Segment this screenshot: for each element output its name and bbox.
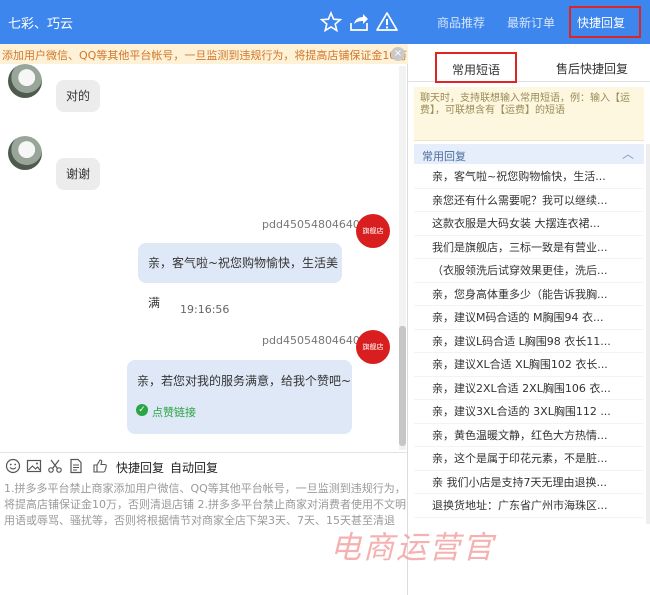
shop-avatar[interactable]: 旗舰店 bbox=[356, 330, 390, 364]
quick-reply-item[interactable]: 亲 我们小店是支持7天无理由退换... bbox=[414, 471, 644, 494]
quick-reply-item[interactable]: 我们是旗舰店，三标一致是有营业... bbox=[414, 236, 644, 259]
customer-message: 对的 bbox=[56, 80, 101, 112]
violation-notice-bar: 添加用户微信、QQ等其他平台帐号，一旦监测到违规行为，将提高店铺保证金10万， … bbox=[0, 44, 408, 64]
share-icon[interactable] bbox=[348, 11, 370, 33]
scissors-icon[interactable] bbox=[47, 458, 63, 474]
tab-product-recommend[interactable]: 商品推荐 bbox=[437, 14, 485, 31]
quick-reply-item[interactable]: 亲，客气啦~祝您购物愉快，生活... bbox=[414, 165, 644, 189]
watermark: 电商运营官 bbox=[330, 530, 495, 566]
quick-reply-item[interactable]: 亲，建议XL合适 XL胸围102 衣长... bbox=[414, 353, 644, 377]
star-icon[interactable] bbox=[320, 11, 342, 33]
quick-reply-item[interactable]: （衣服领洗后试穿效果更佳，洗后... bbox=[414, 259, 644, 283]
image-icon[interactable] bbox=[26, 458, 42, 474]
sender-name: pdd45054804640 bbox=[262, 334, 360, 347]
group-header[interactable]: 常用回复 ︿ bbox=[414, 144, 644, 164]
quick-reply-item[interactable]: 这款衣服是大码女装 大摆连衣裙... bbox=[414, 212, 644, 236]
side-panel: 商品推荐 最新订单 快捷回复 常用短语 售后快捷回复 聊天时，支持联想输入常用短… bbox=[408, 0, 650, 595]
input-toolbar: 快捷回复 自动回复 bbox=[0, 452, 408, 478]
quick-reply-item[interactable]: 亲，建议L码合适 L胸围98 衣长11... bbox=[414, 330, 644, 353]
chat-panel: 七彩、巧云 添加用户微信、QQ等其他平台帐号，一旦监测到违规行为，将提高店铺保证… bbox=[0, 0, 408, 595]
close-icon[interactable]: × bbox=[391, 47, 405, 61]
quick-reply-item[interactable]: 亲，黄色温暖文静，红色大方热情... bbox=[414, 424, 644, 447]
shop-message-text: 亲，若您对我的服务满意，给我个赞吧~ bbox=[137, 374, 352, 388]
quick-reply-item[interactable]: 亲，这个是属于印花元素，不是脏... bbox=[414, 447, 644, 471]
side-panel-tabs: 商品推荐 最新订单 快捷回复 bbox=[408, 0, 650, 44]
quick-reply-item[interactable]: 亲您还有什么需要呢？我可以继续... bbox=[414, 189, 644, 212]
customer-message: 谢谢 bbox=[56, 158, 101, 190]
subtab-common-phrases-box[interactable]: 常用短语 bbox=[435, 52, 517, 83]
quick-reply-item[interactable]: 亲，您身高体重多少（能告诉我胸... bbox=[414, 283, 644, 306]
subtab-common-phrases[interactable]: 常用短语 bbox=[452, 61, 500, 78]
sender-name: pdd45054804640 bbox=[262, 218, 360, 231]
customer-avatar[interactable] bbox=[8, 136, 42, 170]
chat-header: 七彩、巧云 bbox=[0, 0, 408, 44]
warning-icon[interactable] bbox=[376, 11, 398, 33]
shop-avatar[interactable]: 旗舰店 bbox=[356, 214, 390, 248]
like-link-label[interactable]: 点赞链接 bbox=[152, 404, 196, 420]
subtab-after-sales[interactable]: 售后快捷回复 bbox=[556, 60, 628, 77]
customer-avatar[interactable] bbox=[8, 64, 42, 98]
shop-message-evaluation: 亲，若您对我的服务满意，给我个赞吧~ bbox=[127, 360, 352, 434]
chevron-up-icon[interactable]: ︿ bbox=[622, 145, 634, 162]
thumbs-up-icon[interactable] bbox=[92, 458, 108, 474]
document-icon[interactable] bbox=[68, 458, 84, 474]
notice-text: 添加用户微信、QQ等其他平台帐号，一旦监测到违规行为，将提高店铺保证金10万， bbox=[2, 49, 408, 62]
quick-reply-button[interactable]: 快捷回复 bbox=[116, 459, 164, 476]
emoji-icon[interactable] bbox=[5, 458, 21, 474]
quick-reply-item[interactable]: 退换货地址：广东省广州市海珠区... bbox=[414, 494, 644, 518]
group-title: 常用回复 bbox=[422, 150, 466, 163]
auto-reply-button[interactable]: 自动回复 bbox=[170, 459, 218, 476]
quick-reply-item[interactable]: 亲，建议2XL合适 2XL胸围106 衣... bbox=[414, 377, 644, 400]
quick-reply-list: 亲，客气啦~祝您购物愉快，生活... 亲您还有什么需要呢？我可以继续... 这款… bbox=[414, 165, 644, 518]
chat-scrollbar[interactable] bbox=[399, 66, 406, 450]
message-timestamp: 19:16:56 bbox=[180, 303, 230, 316]
hint-box: 聊天时，支持联想输入常用短语，例：输入【运费】，可联想含有【运费】的短语 bbox=[414, 87, 644, 141]
chat-title: 七彩、巧云 bbox=[8, 17, 74, 32]
highlight-box bbox=[569, 6, 641, 38]
quick-reply-item[interactable]: 亲，建议3XL合适的 3XL胸围112 ... bbox=[414, 400, 644, 424]
side-panel-scrollbar[interactable] bbox=[646, 144, 650, 524]
scrollbar-thumb[interactable] bbox=[399, 326, 406, 446]
quick-reply-item[interactable]: 亲，建议M码合适的 M胸围94 衣... bbox=[414, 306, 644, 330]
tab-latest-orders[interactable]: 最新订单 bbox=[507, 14, 555, 31]
shop-message: 亲，客气啦~祝您购物愉快，生活美满 bbox=[138, 243, 342, 310]
check-icon: ✓ bbox=[136, 404, 148, 416]
